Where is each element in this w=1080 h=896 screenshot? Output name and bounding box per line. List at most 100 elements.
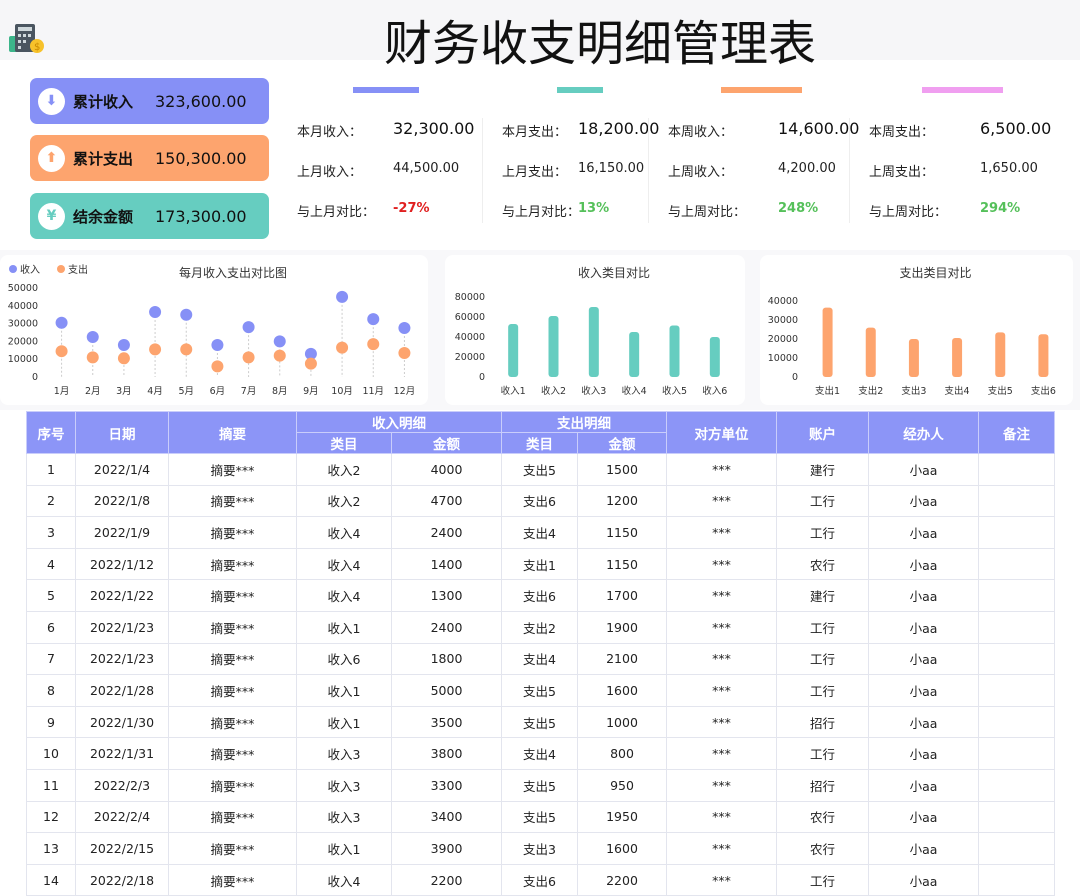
y-tick-label: 0 (32, 372, 38, 383)
stat-previous-value: 44,500.00 (393, 161, 460, 176)
arrow-down-icon: ⬇ (38, 87, 65, 115)
x-tick-label: 10月 (331, 386, 353, 397)
x-tick-label: 收入1 (501, 385, 526, 397)
table-cell: 支出4 (501, 737, 578, 770)
income-point (86, 330, 99, 343)
bar (548, 316, 559, 377)
table-cell: 摘要*** (168, 800, 297, 834)
bar (952, 338, 963, 377)
x-tick-label: 收入6 (702, 385, 727, 397)
table-row: 7 2022/1/23 摘要*** 收入6 1800 支出4 2100 *** 工行 小aa (26, 642, 1055, 676)
income-month-accent-bar (353, 87, 419, 93)
table-cell: 1000 (577, 705, 667, 739)
expense-point (367, 338, 380, 351)
table-cell (978, 610, 1055, 644)
col-handler: 经办人 (868, 411, 979, 454)
table-cell: 9 (26, 705, 76, 739)
table-cell: 小aa (868, 863, 979, 896)
bar (822, 307, 833, 377)
table-cell: 工行 (776, 674, 869, 707)
y-tick-label: 60000 (455, 312, 485, 323)
stat-previous-value: 16,150.00 (578, 161, 645, 176)
legend-label: 收入 (20, 263, 40, 276)
table-cell: 4700 (391, 484, 502, 518)
table-cell: 2022/2/3 (75, 768, 169, 802)
table-cell (978, 768, 1055, 802)
table-cell: *** (666, 737, 777, 770)
table-cell: 收入2 (296, 484, 392, 518)
divider (482, 118, 483, 223)
table-cell: 2022/2/4 (75, 800, 169, 834)
income-point (180, 308, 193, 321)
table-cell: 小aa (868, 768, 979, 802)
table-cell: 4 (26, 547, 76, 581)
stat-label: 与上月对比： (502, 205, 581, 220)
y-tick-label: 40000 (768, 296, 798, 307)
stat-label: 上周收入： (668, 165, 734, 180)
x-tick-label: 6月 (210, 386, 226, 397)
table-cell: 支出3 (501, 832, 578, 865)
table-cell: 2200 (391, 863, 502, 896)
table-cell: 支出5 (501, 800, 578, 834)
table-cell: 收入3 (296, 800, 392, 834)
table-cell: 摘要*** (168, 863, 297, 896)
table-cell (978, 863, 1055, 896)
table-cell: 支出6 (501, 579, 578, 612)
col-date: 日期 (75, 411, 169, 454)
table-cell: 2 (26, 484, 76, 518)
table-cell: *** (666, 800, 777, 834)
table-cell: 1300 (391, 579, 502, 612)
table-cell: *** (666, 705, 777, 739)
table-cell (978, 705, 1055, 739)
table-cell: 工行 (776, 610, 869, 644)
bar (629, 332, 640, 377)
stat-change: 294% (980, 201, 1021, 216)
table-cell: 建行 (776, 453, 869, 486)
stat-change: 248% (778, 201, 819, 216)
stat-current-value: 6,500.00 (980, 119, 1052, 138)
table-cell: 2022/1/30 (75, 705, 169, 739)
table-cell: 2022/1/23 (75, 642, 169, 676)
table-cell: 摘要*** (168, 516, 297, 549)
expense-point (211, 360, 224, 373)
stat-label: 与上周对比： (869, 205, 948, 220)
income-point (211, 338, 224, 351)
income-category-panel: 收入类目对比 0 20000 40000 60000 80000 收入1 收入2 收入3 收入4 收… (445, 255, 745, 405)
table-cell: 2400 (391, 516, 502, 549)
table-cell: 支出6 (501, 863, 578, 896)
table-cell: 工行 (776, 484, 869, 518)
stat-current-value: 14,600.00 (778, 119, 860, 138)
y-tick-label: 10000 (768, 353, 798, 364)
table-cell: 支出5 (501, 768, 578, 802)
yuan-icon: ¥ (38, 202, 65, 230)
table-cell: 摘要*** (168, 610, 297, 644)
legend-label: 支出 (68, 263, 88, 276)
bar (669, 325, 680, 377)
expense-point (336, 341, 349, 354)
table-row: 6 2022/1/23 摘要*** 收入1 2400 支出2 1900 *** 工行 小aa (26, 610, 1055, 644)
y-tick-label: 20000 (455, 352, 485, 363)
table-cell: 1700 (577, 579, 667, 612)
table-cell: 2022/1/22 (75, 579, 169, 612)
bar (865, 327, 876, 377)
table-cell: 11 (26, 768, 76, 802)
bar (1038, 334, 1049, 377)
table-row: 14 2022/2/18 摘要*** 收入4 2200 支出6 2200 *** 工行 小aa (26, 863, 1055, 896)
stat-label: 与上周对比： (668, 205, 747, 220)
table-row: 13 2022/2/15 摘要*** 收入1 3900 支出3 1600 *** 农行 小aa (26, 832, 1055, 865)
table-cell: 支出2 (501, 610, 578, 644)
table-cell: 摘要*** (168, 484, 297, 518)
table-cell: 1600 (577, 674, 667, 707)
table-cell: 7 (26, 642, 76, 676)
table-cell (978, 737, 1055, 770)
table-cell: 小aa (868, 832, 979, 865)
table-cell: 收入4 (296, 579, 392, 612)
table-cell: 小aa (868, 579, 979, 612)
x-tick-label: 收入3 (581, 385, 606, 397)
table-cell: 收入4 (296, 547, 392, 581)
monthly-income-expense-chart: 每月收入支出对比图 0 10000 20000 30000 40000 50000 1月 2月 3… (8, 263, 415, 397)
table-cell (978, 642, 1055, 676)
bar (709, 337, 720, 377)
legend-marker (57, 265, 65, 273)
col-income-group: 收入明细 (296, 411, 502, 433)
